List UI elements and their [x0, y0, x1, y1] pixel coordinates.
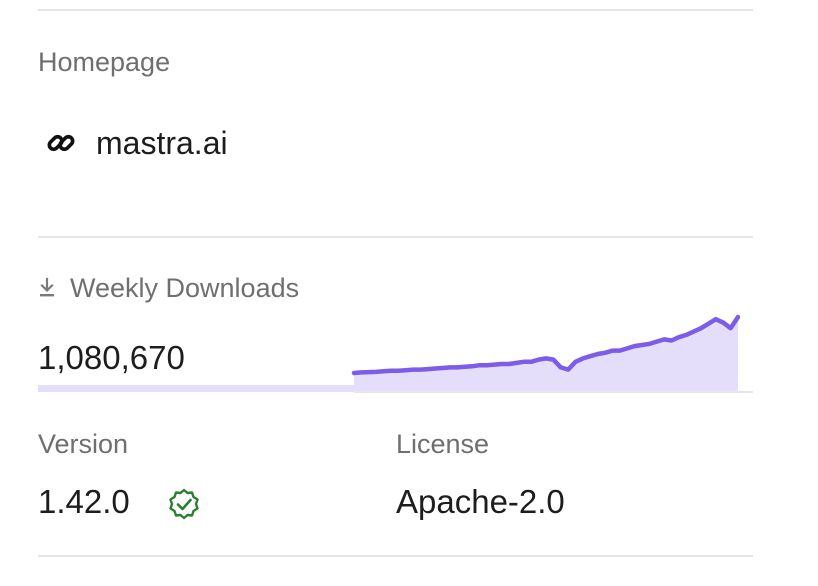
link-icon [47, 134, 75, 152]
license-value: Apache-2.0 [396, 483, 565, 520]
divider-bottom [38, 555, 753, 557]
homepage-label: Homepage [38, 47, 171, 77]
version-label: Version [38, 429, 129, 459]
divider-top [38, 9, 753, 11]
homepage-link[interactable]: mastra.ai [44, 120, 228, 166]
weekly-downloads-header: Weekly Downloads [38, 272, 299, 304]
weekly-downloads-label: Weekly Downloads [70, 273, 300, 303]
chart-baseline-fill [38, 385, 354, 392]
version-value: 1.42.0 [38, 483, 130, 520]
downloads-area [354, 317, 738, 392]
license-label: License [396, 429, 490, 459]
weekly-downloads-count: 1,080,670 [38, 339, 185, 376]
divider-homepage [38, 236, 753, 238]
download-icon [40, 277, 54, 297]
verified-check-icon [169, 488, 199, 520]
downloads-line [351, 314, 741, 376]
homepage-url: mastra.ai [96, 125, 228, 161]
